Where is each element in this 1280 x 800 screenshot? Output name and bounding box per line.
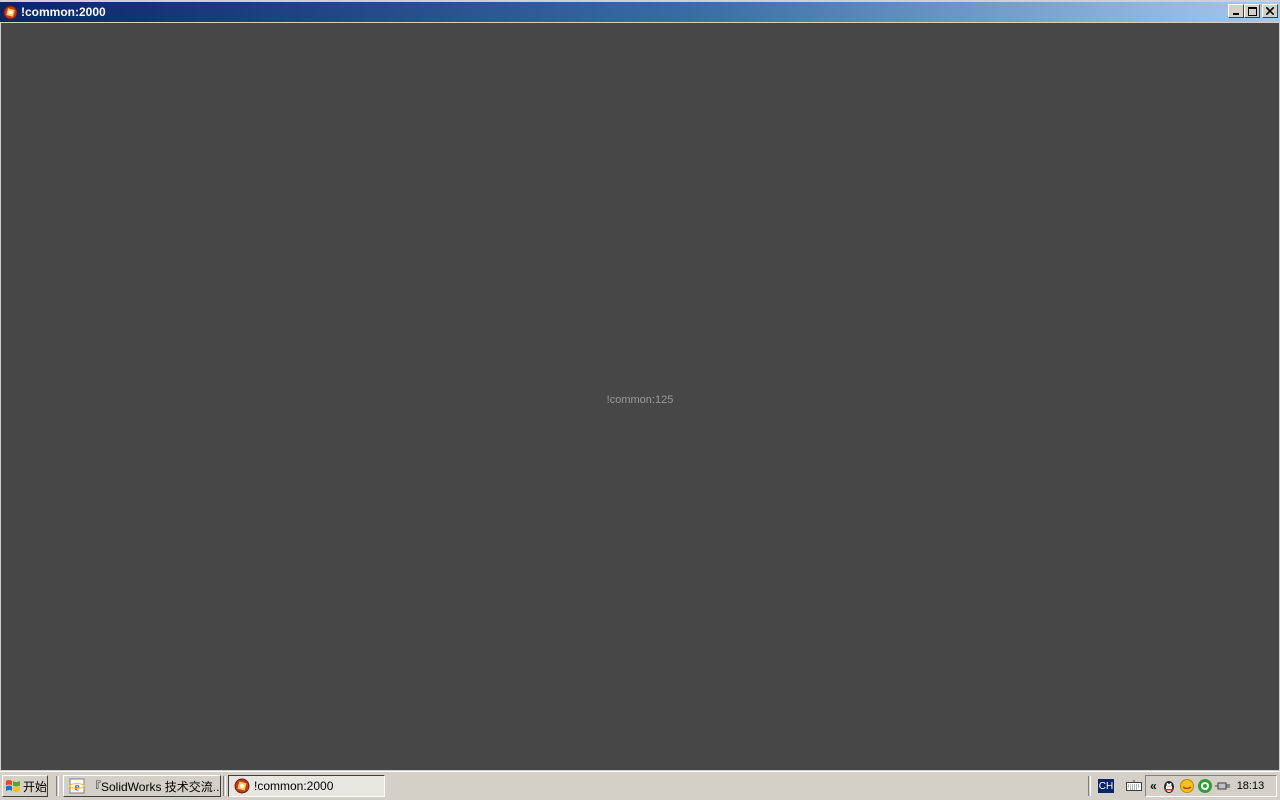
taskbar-item-app[interactable]: !common:2000 xyxy=(228,775,385,797)
taskbar-item-label: 『SolidWorks 技术交流... xyxy=(89,779,221,794)
close-button[interactable] xyxy=(1262,4,1278,18)
windows-logo-icon xyxy=(6,780,20,792)
taskbar: 开始 e 『SolidWorks 技术交流... !common:2000 CH xyxy=(0,771,1280,800)
title-bar[interactable]: !common:2000 xyxy=(0,2,1280,22)
maximize-button[interactable] xyxy=(1244,4,1260,18)
minimize-button[interactable] xyxy=(1228,4,1244,18)
qq-chat-icon[interactable] xyxy=(1179,778,1195,794)
app-icon xyxy=(234,778,250,794)
notification-area: « 18:13 xyxy=(1145,775,1277,797)
app-window: !common:2000 !common:125 xyxy=(0,0,1280,771)
maximize-icon xyxy=(1247,6,1257,16)
language-indicator[interactable]: CH xyxy=(1098,779,1114,793)
toolbar-grip[interactable] xyxy=(56,776,59,796)
clock[interactable]: 18:13 xyxy=(1237,780,1265,792)
green-circle-icon[interactable] xyxy=(1197,778,1213,794)
keyboard-icon[interactable] xyxy=(1126,778,1142,794)
app-icon[interactable] xyxy=(2,4,18,20)
window-title: !common:2000 xyxy=(21,5,106,19)
taskbar-item-browser[interactable]: e 『SolidWorks 技术交流... xyxy=(63,775,221,797)
start-button[interactable]: 开始 xyxy=(2,775,48,797)
toolbar-grip[interactable] xyxy=(223,776,226,796)
start-label: 开始 xyxy=(23,779,48,794)
svg-text:e: e xyxy=(74,780,80,794)
network-plug-icon[interactable] xyxy=(1214,778,1231,794)
taskbar-item-label: !common:2000 xyxy=(254,779,334,793)
ie-icon: e xyxy=(69,778,85,794)
minimize-icon xyxy=(1233,13,1239,15)
show-hidden-icon[interactable]: « xyxy=(1150,779,1157,793)
window-controls xyxy=(1228,4,1278,18)
close-icon xyxy=(1266,7,1274,15)
status-message: !common:125 xyxy=(606,394,674,406)
qq-penguin-icon[interactable] xyxy=(1161,778,1177,794)
